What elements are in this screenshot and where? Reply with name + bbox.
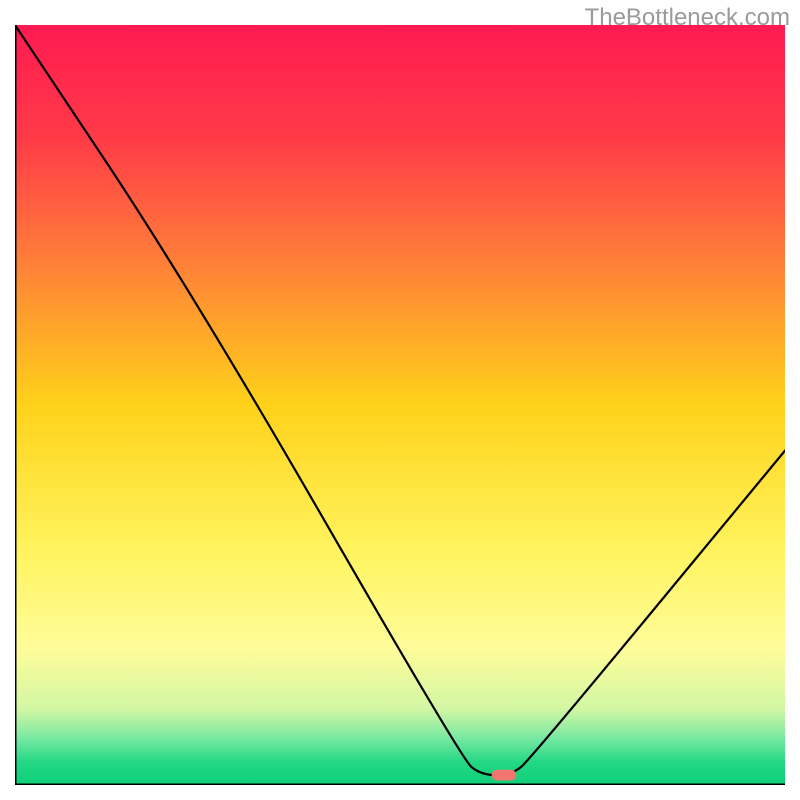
watermark-text: TheBottleneck.com bbox=[585, 4, 790, 32]
gradient-background bbox=[15, 25, 785, 785]
optimal-point-marker bbox=[492, 770, 517, 781]
plot-area bbox=[15, 25, 785, 785]
plot-svg bbox=[15, 25, 785, 785]
chart-container: TheBottleneck.com bbox=[0, 0, 800, 800]
